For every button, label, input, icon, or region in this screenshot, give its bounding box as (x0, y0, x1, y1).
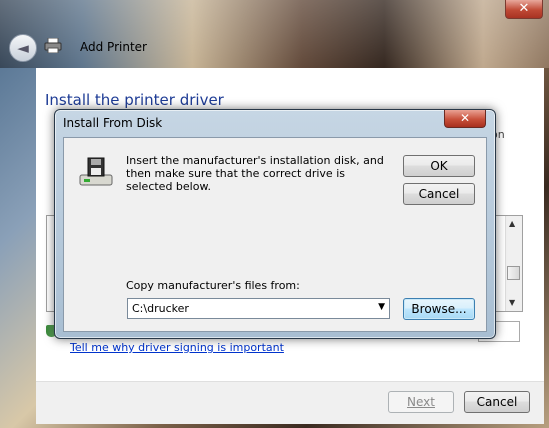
list-scrollbar[interactable]: ▲ ▼ (505, 216, 522, 311)
dialog-close-button[interactable]: ✕ (444, 110, 486, 128)
install-from-disk-dialog: Install From Disk ✕ Insert the manufactu… (54, 109, 496, 339)
wizard-close-button[interactable]: ✕ (505, 0, 543, 19)
floppy-disk-icon (79, 157, 113, 186)
cancel-button[interactable]: Cancel (403, 183, 475, 205)
wizard-footer: Next Cancel (36, 381, 544, 424)
dialog-message: Insert the manufacturer's installation d… (126, 154, 384, 193)
wizard-title: Add Printer (80, 40, 147, 54)
driver-signing-link[interactable]: Tell me why driver signing is important (70, 341, 284, 354)
scroll-down-icon[interactable]: ▼ (509, 298, 515, 307)
path-value[interactable]: C:\drucker (132, 302, 189, 315)
dropdown-arrow-icon[interactable]: ▼ (378, 302, 385, 312)
back-button[interactable]: ◄ (9, 34, 37, 62)
printer-icon (44, 38, 62, 53)
next-button-label: Next (407, 395, 435, 409)
wizard-titlebar (0, 0, 549, 68)
page-title: Install the printer driver (45, 91, 224, 109)
back-arrow-icon: ◄ (17, 39, 29, 57)
copy-files-label: Copy manufacturer's files from: (126, 279, 300, 292)
scroll-thumb[interactable] (507, 266, 520, 280)
wizard-cancel-button[interactable]: Cancel (464, 391, 530, 413)
path-combobox[interactable]: C:\drucker ▼ (127, 298, 390, 319)
scroll-up-icon[interactable]: ▲ (509, 219, 515, 228)
browse-button[interactable]: Browse... (403, 298, 475, 320)
dialog-title: Install From Disk (63, 116, 163, 130)
next-button[interactable]: Next (388, 391, 454, 413)
dialog-body: Insert the manufacturer's installation d… (63, 137, 487, 332)
ok-button[interactable]: OK (403, 155, 475, 177)
